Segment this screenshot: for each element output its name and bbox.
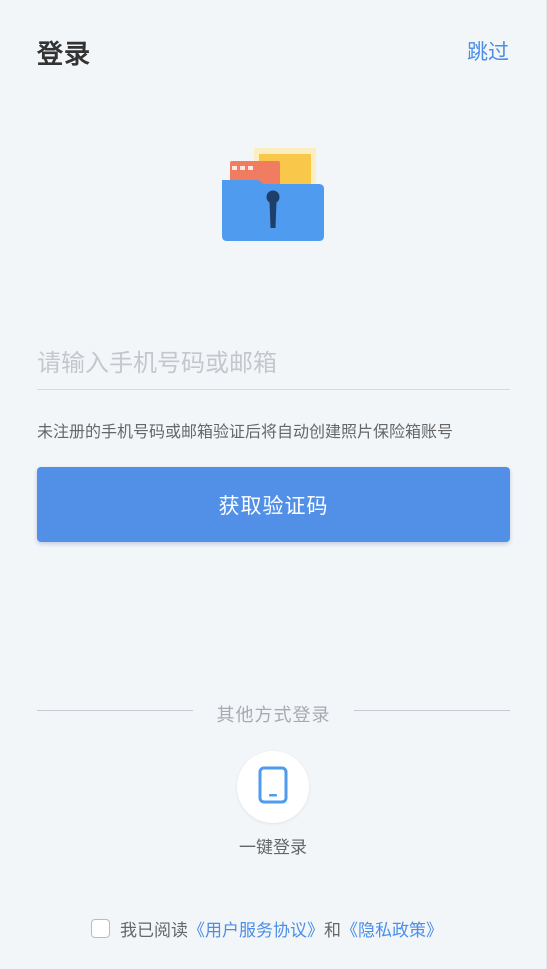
service-agreement-link[interactable]: 《用户服务协议》 [188, 916, 324, 941]
agreement-conjunction: 和 [324, 920, 341, 941]
divider-left [37, 710, 193, 711]
photo-vault-folder-icon [218, 146, 328, 246]
other-methods-label: 其他方式登录 [216, 705, 331, 726]
agreement-row: 我已阅读 《用户服务协议》 和 《隐私政策》 [91, 916, 443, 941]
register-hint: 未注册的手机号码或邮箱验证后将自动创建照片保险箱账号 [37, 422, 454, 441]
skip-button[interactable]: 跳过 [467, 36, 509, 66]
login-page: 登录 跳过 未注册的手机号码或邮箱验证后将自动创建照片保险箱账号 获取验证码 其… [0, 0, 547, 969]
page-title: 登录 [37, 40, 92, 70]
one-click-login-label: 一键登录 [239, 838, 307, 858]
one-click-login-button[interactable] [237, 751, 309, 823]
privacy-policy-link[interactable]: 《隐私政策》 [341, 916, 443, 941]
agree-checkbox[interactable] [91, 918, 110, 938]
agreement-prefix: 我已阅读 [120, 920, 188, 941]
phone-icon [256, 765, 290, 809]
divider-right [354, 710, 510, 711]
get-code-button[interactable]: 获取验证码 [37, 467, 510, 542]
account-input[interactable] [37, 336, 510, 390]
